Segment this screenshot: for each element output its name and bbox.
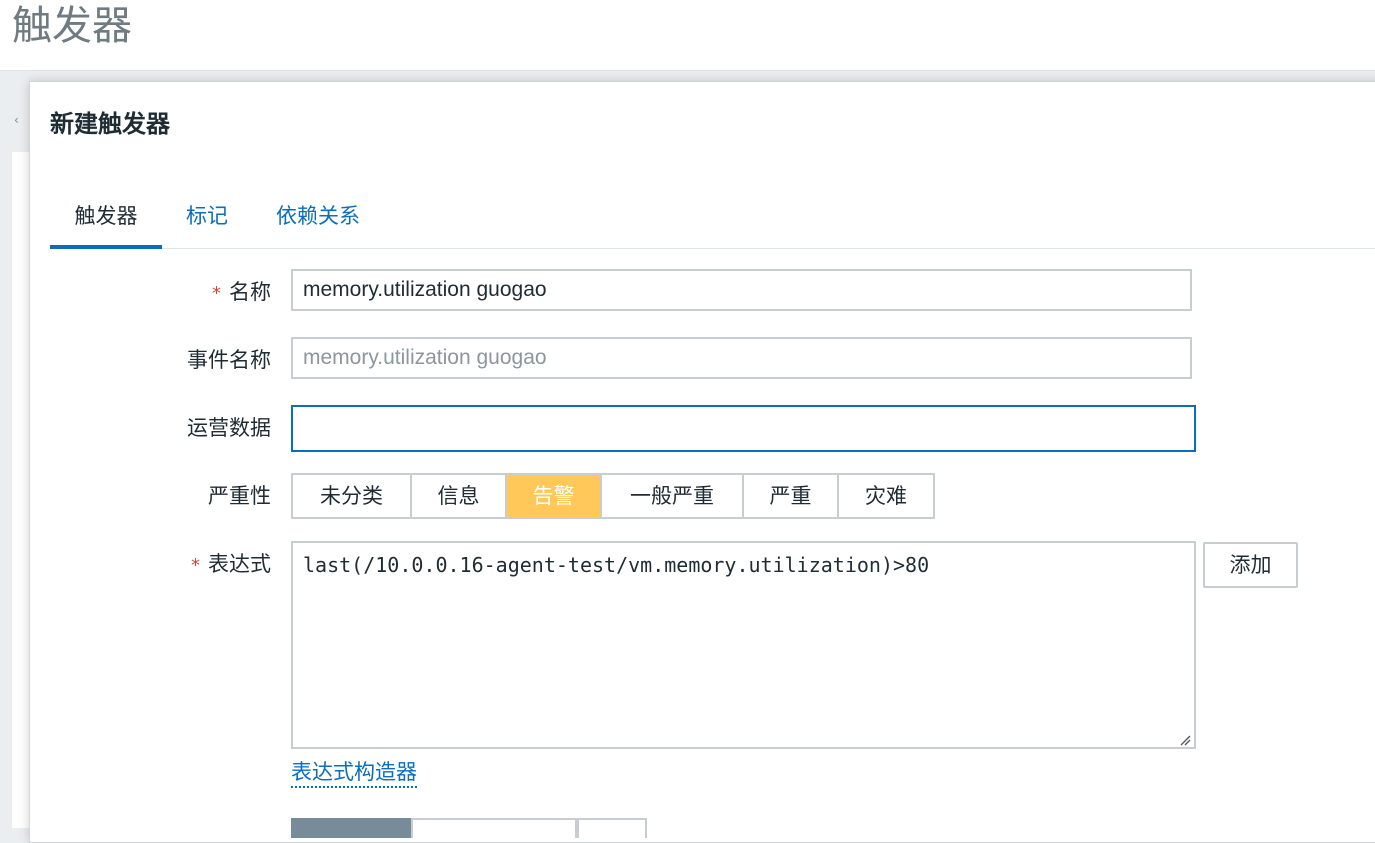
segment-option[interactable] (291, 818, 411, 838)
dialog-title: 新建触发器 (50, 110, 170, 138)
expression-label: * 表达式 (191, 550, 271, 580)
severity-disaster[interactable]: 灾难 (839, 475, 933, 517)
expression-label-text: 表达式 (208, 552, 271, 576)
dialog-tabs: 触发器 标记 依赖关系 (50, 194, 1375, 249)
name-label-text: 名称 (229, 280, 271, 304)
page-header: 触发器 (0, 0, 1375, 71)
opdata-input[interactable] (291, 405, 1196, 452)
event-name-label: 事件名称 (187, 348, 271, 372)
resize-grip-icon[interactable] (1179, 734, 1191, 746)
add-expression-button[interactable]: 添加 (1203, 542, 1298, 588)
tab-dependencies[interactable]: 依赖关系 (270, 194, 366, 245)
event-name-input[interactable] (291, 337, 1192, 379)
tab-tags[interactable]: 标记 (182, 194, 232, 245)
background-marker: ‹ (14, 113, 19, 127)
severity-selector: 未分类 信息 告警 一般严重 严重 灾难 (291, 473, 935, 519)
name-label: * 名称 (212, 278, 271, 308)
page-title: 触发器 (12, 3, 132, 49)
severity-not-classified[interactable]: 未分类 (293, 475, 412, 517)
severity-average[interactable]: 一般严重 (602, 475, 744, 517)
required-mark: * (212, 283, 221, 304)
opdata-label: 运营数据 (187, 416, 271, 440)
next-field-segmented-control (291, 818, 647, 838)
severity-label: 严重性 (208, 484, 271, 508)
new-trigger-dialog: 新建触发器 触发器 标记 依赖关系 * 名称 事件名称 运营数据 严重性 未分类 … (29, 81, 1375, 843)
expression-textarea[interactable]: last(/10.0.0.16-agent-test/vm.memory.uti… (291, 541, 1196, 749)
severity-high[interactable]: 严重 (744, 475, 839, 517)
required-mark: * (191, 555, 200, 576)
segment-option[interactable] (577, 818, 647, 838)
segment-option[interactable] (411, 818, 577, 838)
tab-trigger[interactable]: 触发器 (50, 194, 162, 249)
severity-warning[interactable]: 告警 (507, 475, 602, 517)
severity-information[interactable]: 信息 (412, 475, 507, 517)
expression-builder-link[interactable]: 表达式构造器 (291, 758, 417, 788)
name-input[interactable] (291, 269, 1192, 311)
